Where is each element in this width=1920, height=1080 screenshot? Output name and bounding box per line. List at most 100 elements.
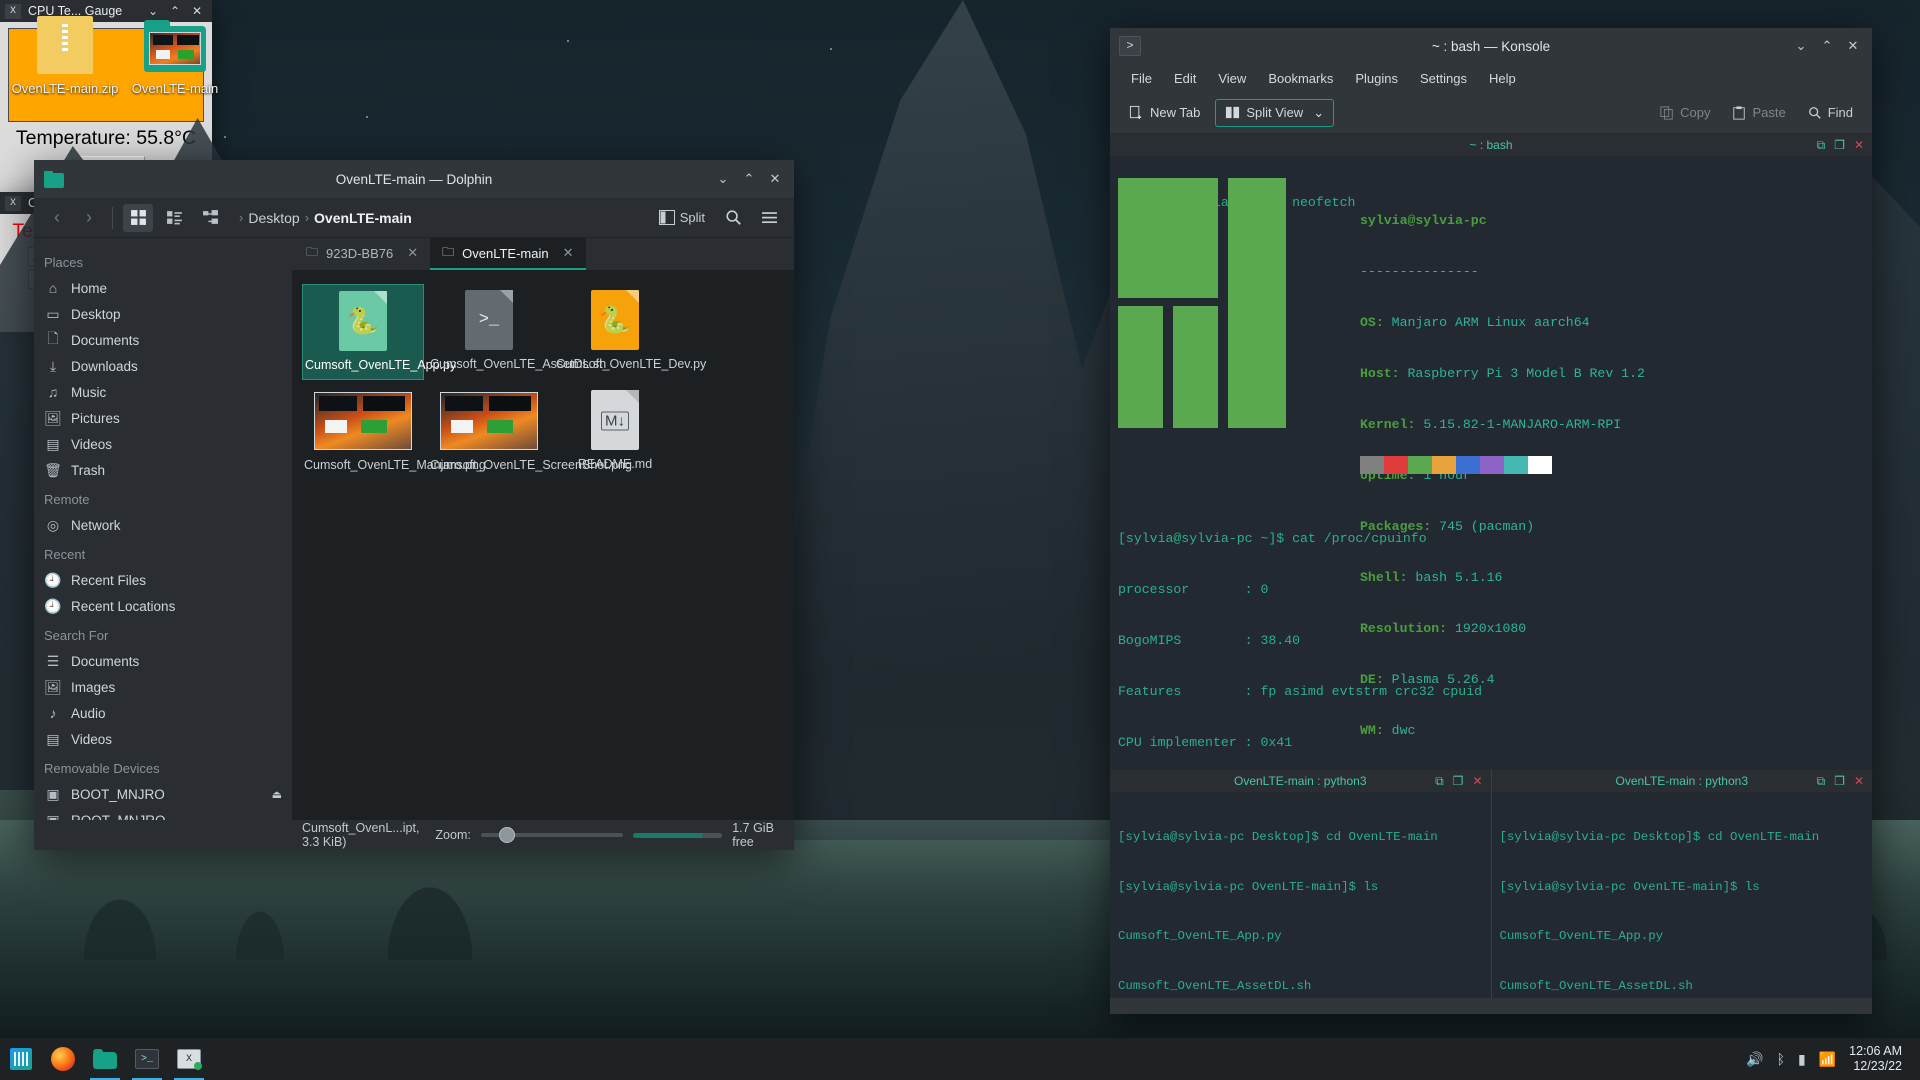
menu-plugins[interactable]: Plugins: [1344, 68, 1409, 89]
minimize-button[interactable]: ⌄: [710, 166, 736, 192]
close-button[interactable]: ✕: [1840, 33, 1866, 59]
file-item[interactable]: M↓ README.md: [554, 384, 676, 479]
sidebar-item-search-videos[interactable]: ▤ Videos: [34, 726, 292, 752]
menu-file[interactable]: File: [1120, 68, 1163, 89]
compact-view-icon[interactable]: [159, 204, 189, 232]
tab-923d-bb76[interactable]: 🗀 923D-BB76 ✕: [294, 238, 430, 270]
breadcrumb-current[interactable]: OvenLTE-main: [314, 210, 412, 226]
sidebar-item-downloads[interactable]: ⤓ Downloads: [34, 353, 292, 379]
terminal-pane-header-bottom-left[interactable]: OvenLTE-main : python3 ⧉ ❐ ✕: [1110, 770, 1491, 792]
terminal-pane-header-top[interactable]: ~ : bash ⧉ ❐ ✕: [1110, 134, 1872, 156]
sidebar-item-search-images[interactable]: 🖼 Images: [34, 674, 292, 700]
sidebar-item-root-mnjro[interactable]: ▣ ROOT_MNJRO: [34, 807, 292, 821]
menu-help[interactable]: Help: [1478, 68, 1527, 89]
system-tray[interactable]: 🔊 ᛒ ▮ 📶 12:06 AM 12/23/22: [1746, 1044, 1920, 1074]
places-sidebar[interactable]: Places ⌂ Home ▭ Desktop 🗋 Documents ⤓ Downlo…: [34, 238, 292, 820]
desktop-icon-zip[interactable]: OvenLTE-main.zip: [10, 16, 120, 97]
close-button[interactable]: ✕: [762, 166, 788, 192]
file-item[interactable]: Cumsoft_OvenLTE_Manjaro.png: [302, 384, 486, 479]
file-grid[interactable]: 🐍 Cumsoft_OvenLTE_App.py >_ Cumsoft_Oven…: [292, 270, 794, 820]
menu-view[interactable]: View: [1207, 68, 1257, 89]
task-dolphin[interactable]: [84, 1038, 126, 1080]
file-item[interactable]: 🐍 Cumsoft_OvenLTE_App.py: [302, 284, 456, 380]
maximize-button[interactable]: ⌃: [1814, 33, 1840, 59]
sidebar-item-search-audio[interactable]: ♪ Audio: [34, 700, 292, 726]
sidebar-item-search-documents[interactable]: ☰ Documents: [34, 648, 292, 674]
sidebar-item-pictures[interactable]: 🖼 Pictures: [34, 405, 292, 431]
minimize-button[interactable]: ⌄: [1788, 33, 1814, 59]
details-view-icon[interactable]: [195, 204, 225, 232]
breadcrumb-desktop[interactable]: Desktop: [248, 210, 299, 226]
chevron-down-icon[interactable]: ⌄: [1313, 105, 1324, 121]
sidebar-item-boot-mnjro[interactable]: ▣ BOOT_MNJRO ⏏: [34, 781, 292, 807]
dolphin-tab-bar[interactable]: 🗀 923D-BB76 ✕ 🗀 OvenLTE-main ✕: [292, 238, 794, 270]
new-tab-button[interactable]: New Tab: [1120, 100, 1209, 125]
konsole-toolbar[interactable]: New Tab Split View ⌄ Copy Paste Find: [1110, 92, 1872, 134]
terminal-output-top[interactable]: [sylvia@sylvia-pc ~]$ neofetch sylvia@sy…: [1110, 156, 1872, 770]
split-button[interactable]: Split: [652, 207, 712, 228]
detach-pane-icon[interactable]: ⧉: [1435, 774, 1444, 789]
bluetooth-icon[interactable]: ᛒ: [1777, 1051, 1785, 1067]
task-konsole[interactable]: >_: [126, 1038, 168, 1080]
network-icon[interactable]: 📶: [1819, 1051, 1836, 1068]
terminal-pane-header-bottom-right[interactable]: OvenLTE-main : python3 ⧉ ❐ ✕: [1491, 770, 1872, 792]
palette-swatch: [1432, 456, 1456, 474]
volume-icon[interactable]: 🔊: [1746, 1051, 1763, 1068]
task-python-tk[interactable]: X: [168, 1038, 210, 1080]
close-pane-icon[interactable]: ✕: [1854, 138, 1864, 152]
close-pane-icon[interactable]: ✕: [1854, 774, 1864, 788]
breadcrumb[interactable]: › Desktop › OvenLTE-main: [239, 210, 412, 226]
split-pane-icon[interactable]: ❐: [1453, 774, 1464, 788]
sidebar-item-documents[interactable]: 🗋 Documents: [34, 327, 292, 353]
zoom-slider-knob[interactable]: [498, 827, 515, 843]
konsole-menubar[interactable]: File Edit View Bookmarks Plugins Setting…: [1110, 64, 1872, 92]
paste-button[interactable]: Paste: [1723, 100, 1794, 125]
search-icon[interactable]: [718, 204, 748, 232]
eject-icon[interactable]: ⏏: [272, 788, 282, 801]
file-item[interactable]: Cumsoft_OvenLTE_ScreenShot.png: [428, 384, 632, 479]
dolphin-window[interactable]: OvenLTE-main — Dolphin ⌄ ⌃ ✕ ‹ › › Deskt…: [34, 160, 794, 850]
copy-button[interactable]: Copy: [1651, 100, 1719, 125]
terminal-output-bottom-right[interactable]: [sylvia@sylvia-pc Desktop]$ cd OvenLTE-m…: [1491, 792, 1872, 998]
dolphin-titlebar[interactable]: OvenLTE-main — Dolphin ⌄ ⌃ ✕: [34, 160, 794, 198]
tab-close-icon[interactable]: ✕: [407, 245, 418, 261]
battery-icon[interactable]: ▮: [1798, 1051, 1806, 1068]
back-button[interactable]: ‹: [44, 207, 70, 228]
sidebar-item-recent-locations[interactable]: 🕘 Recent Locations: [34, 593, 292, 619]
digital-clock[interactable]: 12:06 AM 12/23/22: [1849, 1044, 1908, 1074]
close-pane-icon[interactable]: ✕: [1472, 774, 1482, 788]
sidebar-item-trash[interactable]: 🗑 Trash: [34, 457, 292, 483]
dolphin-toolbar[interactable]: ‹ › › Desktop › OvenLTE-main Split: [34, 198, 794, 238]
split-pane-icon[interactable]: ❐: [1834, 138, 1845, 152]
split-view-button[interactable]: Split View ⌄: [1215, 98, 1335, 127]
split-pane-icon[interactable]: ❐: [1834, 774, 1845, 788]
find-button[interactable]: Find: [1799, 100, 1862, 125]
terminal-output-bottom-left[interactable]: [sylvia@sylvia-pc Desktop]$ cd OvenLTE-m…: [1110, 792, 1491, 998]
sidebar-item-desktop[interactable]: ▭ Desktop: [34, 301, 292, 327]
detach-pane-icon[interactable]: ⧉: [1817, 774, 1826, 789]
desktop-icon-folder[interactable]: OvenLTE-main: [120, 16, 230, 97]
sidebar-item-music[interactable]: ♫ Music: [34, 379, 292, 405]
tab-close-icon[interactable]: ✕: [563, 245, 574, 261]
file-item[interactable]: >_ Cumsoft_OvenLTE_AssetDL.sh: [428, 284, 606, 380]
hamburger-menu-icon[interactable]: [754, 204, 784, 232]
sidebar-item-recent-files[interactable]: 🕘 Recent Files: [34, 567, 292, 593]
forward-button[interactable]: ›: [76, 207, 102, 228]
maximize-button[interactable]: ⌃: [736, 166, 762, 192]
taskbar-panel[interactable]: >_ X 🔊 ᛒ ▮ 📶 12:06 AM 12/23/22: [0, 1038, 1920, 1080]
file-item[interactable]: 🐍 Cumsoft_OvenLTE_Dev.py: [554, 284, 706, 380]
menu-bookmarks[interactable]: Bookmarks: [1257, 68, 1344, 89]
sidebar-item-network[interactable]: ◎ Network: [34, 512, 292, 538]
application-launcher-button[interactable]: [0, 1038, 42, 1080]
sidebar-item-videos[interactable]: ▤ Videos: [34, 431, 292, 457]
detach-pane-icon[interactable]: ⧉: [1817, 138, 1826, 153]
konsole-window[interactable]: > ~ : bash — Konsole ⌄ ⌃ ✕ File Edit Vie…: [1110, 28, 1872, 1014]
zoom-slider[interactable]: [480, 827, 623, 843]
sidebar-item-home[interactable]: ⌂ Home: [34, 275, 292, 301]
tab-ovenlte-main[interactable]: 🗀 OvenLTE-main ✕: [430, 238, 586, 270]
konsole-titlebar[interactable]: > ~ : bash — Konsole ⌄ ⌃ ✕: [1110, 28, 1872, 64]
menu-settings[interactable]: Settings: [1409, 68, 1478, 89]
task-firefox[interactable]: [42, 1038, 84, 1080]
menu-edit[interactable]: Edit: [1163, 68, 1207, 89]
icons-view-icon[interactable]: [123, 203, 153, 232]
